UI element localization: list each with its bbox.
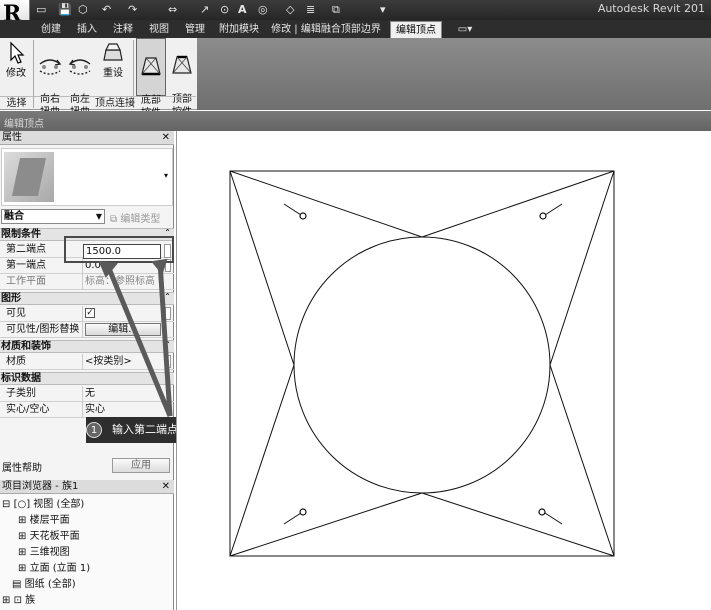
vertex-control-top-right[interactable] — [539, 203, 563, 220]
browser-item-label: 三维视图 — [29, 547, 70, 558]
edge-line — [421, 492, 615, 557]
vertex-control-top-left[interactable] — [283, 203, 307, 220]
edge-line — [229, 170, 423, 238]
browser-item-floor-plans[interactable]: ⊞ 楼层平面 — [18, 514, 70, 528]
views-icon: [○] — [13, 499, 31, 510]
blend-top-circle[interactable] — [293, 236, 551, 494]
browser-item-ceiling-plans[interactable]: ⊞ 天花板平面 — [18, 530, 80, 544]
expand-tree-icon[interactable]: ⊞ — [18, 515, 26, 526]
browser-item-views-all[interactable]: ⊟ [○] 视图 (全部) — [2, 498, 84, 512]
expand-tree-icon[interactable]: ⊞ — [18, 547, 26, 558]
collapse-tree-icon[interactable]: ⊟ — [2, 499, 10, 510]
browser-item-elevations[interactable]: ⊞ 立面 (立面 1) — [18, 562, 90, 576]
vertex-control-bottom-right[interactable] — [538, 508, 563, 525]
browser-title-bar: 项目浏览器 - 族1 ✕ — [0, 480, 174, 494]
sheets-icon: ▤ — [12, 579, 22, 590]
blend-plan-view[interactable] — [177, 131, 711, 610]
edge-line — [421, 170, 615, 238]
callout-number-badge: 1 — [86, 422, 102, 438]
browser-item-label: 楼层平面 — [29, 515, 70, 526]
drawing-canvas[interactable] — [176, 131, 711, 610]
edge-line — [229, 170, 295, 366]
edge-line — [549, 170, 615, 366]
families-icon: ⊡ — [13, 595, 22, 606]
browser-item-label: 视图 (全部) — [33, 499, 85, 510]
vertex-control-bottom-left[interactable] — [283, 508, 307, 525]
blend-bottom-square[interactable] — [229, 170, 615, 557]
browser-item-families[interactable]: ⊞ ⊡ 族 — [2, 594, 35, 608]
browser-item-label: 族 — [25, 595, 36, 606]
browser-item-label: 图纸 (全部) — [24, 579, 76, 590]
edge-line — [549, 364, 615, 557]
close-icon[interactable]: ✕ — [162, 480, 170, 494]
browser-item-sheets[interactable]: ▤ 图纸 (全部) — [12, 578, 76, 592]
edge-line — [229, 364, 295, 557]
browser-title: 项目浏览器 - 族1 — [2, 481, 79, 492]
edge-line — [229, 492, 423, 557]
expand-tree-icon[interactable]: ⊞ — [2, 595, 10, 606]
expand-tree-icon[interactable]: ⊞ — [18, 531, 26, 542]
browser-item-3d-views[interactable]: ⊞ 三维视图 — [18, 546, 70, 560]
expand-tree-icon[interactable]: ⊞ — [18, 563, 26, 574]
project-browser: 项目浏览器 - 族1 ✕ ⊟ [○] 视图 (全部) ⊞ 楼层平面 ⊞ 天花板平… — [0, 480, 174, 610]
browser-item-label: 天花板平面 — [29, 531, 80, 542]
browser-item-label: 立面 (立面 1) — [29, 563, 91, 574]
